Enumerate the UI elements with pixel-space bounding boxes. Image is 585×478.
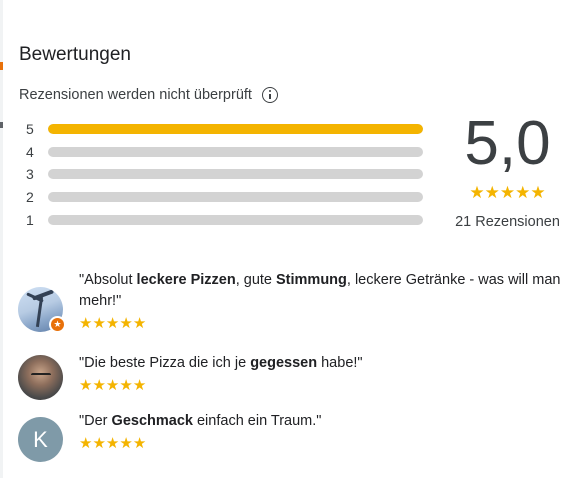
- star-icon: ★: [119, 315, 133, 332]
- review-text-segment: einfach ein Traum.": [192, 413, 322, 429]
- star-icon: ★: [92, 315, 106, 332]
- star-icon: ★: [105, 377, 120, 394]
- disclaimer-text: Rezensionen werden nicht überprüft: [19, 87, 252, 103]
- avatar[interactable]: [18, 355, 63, 400]
- star-icon: ★: [499, 183, 516, 202]
- star-icon: ★: [79, 377, 93, 394]
- highlighted-term: leckere Pizzen: [136, 272, 236, 288]
- rating-bar-track: [48, 124, 423, 135]
- review-count-link[interactable]: 21 Rezensionen: [440, 214, 575, 230]
- highlighted-term: gegessen: [250, 355, 318, 371]
- review-text: "Die beste Pizza die ich je gegessen hab…: [79, 353, 569, 374]
- rating-bar-label: 4: [26, 143, 34, 160]
- rating-bar-5[interactable]: 5: [26, 118, 426, 141]
- star-icon: ★: [484, 183, 500, 202]
- panel-title: Bewertungen: [19, 44, 131, 65]
- review-snippet[interactable]: "Die beste Pizza die ich je gegessen hab…: [18, 353, 569, 400]
- review-stars: ★ ★ ★ ★ ★: [79, 316, 569, 331]
- star-icon: ★: [79, 315, 93, 332]
- review-text: "Der Geschmack einfach ein Traum.": [79, 411, 569, 432]
- star-icon: ★: [105, 315, 120, 332]
- review-body: "Die beste Pizza die ich je gegessen hab…: [79, 353, 569, 400]
- review-snippet[interactable]: K "Der Geschmack einfach ein Traum." ★ ★ ★…: [18, 411, 569, 462]
- review-text-segment: "Der: [79, 413, 112, 429]
- star-icon: ★: [92, 435, 106, 452]
- rating-bar-label: 5: [26, 121, 34, 138]
- rating-bar-3[interactable]: 3: [26, 163, 426, 186]
- local-guide-star-icon: ★: [49, 316, 66, 333]
- star-icon: ★: [119, 435, 133, 452]
- star-icon: ★: [92, 377, 106, 394]
- avatar-letter: K: [18, 417, 63, 462]
- rating-bar-4[interactable]: 4: [26, 141, 426, 164]
- star-icon: ★: [132, 315, 147, 332]
- review-text-segment: , gute: [235, 272, 277, 288]
- rating-summary: 5,0 ★ ★ ★ ★ ★ 21 Rezensionen: [440, 108, 575, 230]
- star-icon: ★: [132, 377, 147, 394]
- rating-bar-fill: [48, 124, 423, 135]
- highlighted-term: Stimmung: [276, 272, 347, 288]
- star-icon: ★: [515, 183, 531, 202]
- review-stars: ★ ★ ★ ★ ★: [79, 378, 569, 393]
- star-icon: ★: [469, 183, 485, 202]
- rating-bar-track: [48, 146, 423, 157]
- reviews-panel: Bewertungen Rezensionen werden nicht übe…: [0, 0, 585, 478]
- rating-bar-2[interactable]: 2: [26, 186, 426, 209]
- rating-bar-1[interactable]: 1: [26, 208, 426, 231]
- review-text-segment: habe!": [317, 355, 363, 371]
- review-snippet[interactable]: ★ "Absolut leckere Pizzen, gute Stimmung…: [18, 270, 569, 333]
- average-score: 5,0: [464, 109, 551, 178]
- review-disclaimer: Rezensionen werden nicht überprüft: [19, 87, 278, 103]
- review-text-segment: "Absolut: [79, 272, 137, 288]
- star-icon: ★: [79, 435, 93, 452]
- info-icon[interactable]: [261, 87, 278, 103]
- highlighted-term: Geschmack: [111, 413, 193, 429]
- average-stars: ★ ★ ★ ★ ★: [440, 184, 575, 201]
- rating-bar-track: [48, 192, 423, 203]
- review-text: "Absolut leckere Pizzen, gute Stimmung, …: [79, 270, 569, 312]
- star-icon: ★: [132, 435, 147, 452]
- rating-bar-label: 2: [26, 189, 34, 206]
- profile-photo-icon: [18, 355, 63, 400]
- rating-bar-label: 3: [26, 166, 34, 183]
- review-text-segment: "Die beste Pizza die ich je: [79, 355, 251, 371]
- review-body: "Der Geschmack einfach ein Traum." ★ ★ ★ ★ ★: [79, 411, 569, 462]
- star-icon: ★: [105, 435, 120, 452]
- rating-bar-label: 1: [26, 211, 34, 228]
- star-icon: ★: [119, 377, 133, 394]
- review-body: "Absolut leckere Pizzen, gute Stimmung, …: [79, 270, 569, 332]
- review-stars: ★ ★ ★ ★ ★: [79, 436, 569, 451]
- rating-bar-track: [48, 169, 423, 180]
- rating-distribution: 5 4 3 2 1: [26, 118, 426, 231]
- avatar[interactable]: ★: [18, 287, 66, 333]
- avatar[interactable]: K: [18, 417, 63, 462]
- rating-bar-track: [48, 214, 423, 225]
- star-icon: ★: [530, 183, 546, 202]
